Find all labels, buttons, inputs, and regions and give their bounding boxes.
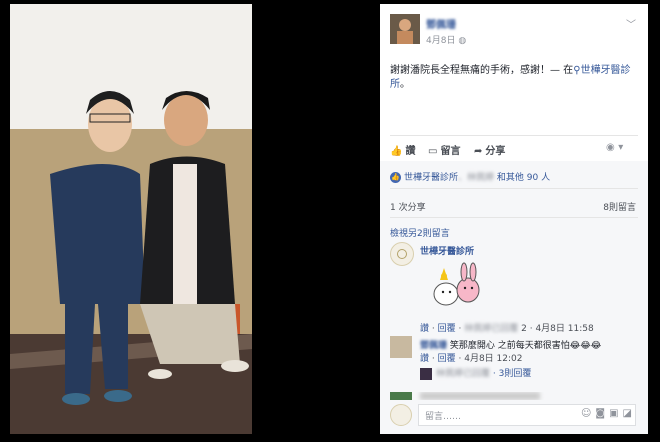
comment-meta: 讚 · 回覆 · 4月8日 12:02	[420, 354, 523, 364]
comment-body: 笑那麼開心 之前每天都很害怕😂😂😂	[449, 341, 602, 351]
post-suffix: 。	[400, 79, 410, 90]
view-more-comments[interactable]: 檢視另2則留言	[390, 226, 450, 239]
gif-icon[interactable]: ▣	[609, 408, 618, 419]
comment-like-link[interactable]: 讚	[420, 354, 429, 364]
comment-text: 鄧佩珊 笑那麼開心 之前每天都很害怕😂😂😂	[420, 338, 601, 351]
replies-who: 林佩婷已回覆	[436, 369, 491, 379]
photo-illustration	[10, 4, 252, 434]
divider	[390, 135, 638, 136]
comment-reply-link[interactable]: 回覆	[438, 354, 456, 364]
comment-author[interactable]: 世樺牙醫診所	[420, 244, 474, 257]
post-time[interactable]: 4月8日 ◍	[426, 33, 466, 46]
sticker-icon[interactable]: ◪	[623, 408, 632, 419]
post-panel: 鄧佩珊 4月8日 ◍ ﹀ 謝謝潘院長全程無痛的手術，感謝！— 在⚲世樺牙醫診所。…	[380, 4, 648, 434]
page-logo-icon[interactable]	[390, 242, 414, 266]
reply-count-badge: 2	[521, 324, 527, 334]
likes-page: 世樺牙醫診所	[404, 173, 459, 183]
like-button[interactable]: 👍 讚	[390, 142, 415, 157]
divider	[390, 217, 638, 218]
replies-count: 3則回覆	[498, 369, 532, 379]
comment-time[interactable]: 4月8日 12:02	[464, 354, 522, 364]
avatar-image	[390, 14, 420, 44]
post-photo[interactable]	[10, 4, 252, 434]
avatar[interactable]	[390, 336, 412, 358]
chevron-down-icon[interactable]: ﹀	[626, 16, 636, 31]
globe-icon: ◍	[458, 36, 467, 46]
comment-icon: ▭	[428, 146, 438, 157]
comment-label: 留言	[440, 146, 461, 157]
post-header: 鄧佩珊 4月8日 ◍ ﹀	[390, 14, 640, 50]
comment: 世樺牙醫診所 讚 · 回覆 · 林佩婷已回覆 2 · 4月8日 11:58	[390, 242, 640, 334]
avatar	[390, 392, 412, 400]
thumbs-up-icon: 👍	[390, 146, 403, 157]
like-label: 讚	[405, 146, 416, 157]
avatar	[420, 367, 432, 380]
divider	[390, 188, 638, 189]
share-button[interactable]: ➦ 分享	[474, 142, 505, 157]
shares-count[interactable]: 1 次分享	[390, 200, 426, 213]
likes-summary[interactable]: 👍 世樺牙醫診所、林佩婷 和其他 90 人	[390, 170, 640, 183]
post-text: 謝謝潘院長全程無痛的手術，感謝！— 在⚲世樺牙醫診所。	[390, 64, 635, 92]
audience-selector[interactable]: ◉ ▾	[606, 142, 623, 153]
like-badge-icon: 👍	[390, 172, 401, 183]
comment-time[interactable]: 4月8日 11:58	[535, 324, 593, 334]
share-label: 分享	[485, 146, 506, 157]
location-pin-icon: ⚲	[573, 65, 581, 76]
bunny-sticker-icon	[433, 262, 480, 306]
comments-count[interactable]: 8則留言	[603, 200, 636, 213]
comment-button[interactable]: ▭ 留言	[428, 142, 460, 157]
comment-author[interactable]: 鄧佩珊	[420, 341, 447, 351]
comment-like-link[interactable]: 讚	[420, 324, 429, 334]
likes-suffix: 和其他 90 人	[496, 173, 551, 183]
composer-tools: ☺ ◙ ▣ ◪	[577, 408, 632, 419]
emoji-icon[interactable]: ☺	[581, 408, 591, 419]
post-body: 謝謝潘院長全程無痛的手術，感謝！— 在	[390, 65, 574, 76]
reply-notice[interactable]: 林佩婷已回覆	[464, 324, 518, 334]
avatar[interactable]	[390, 14, 420, 44]
comment-text	[420, 392, 540, 400]
camera-icon[interactable]: ◙	[595, 408, 605, 419]
comment-composer: 留言…… ☺ ◙ ▣ ◪	[390, 402, 640, 428]
post-time-text: 4月8日	[426, 36, 456, 46]
share-arrow-icon: ➦	[474, 146, 483, 157]
comment-meta: 讚 · 回覆 · 林佩婷已回覆 2 · 4月8日 11:58	[420, 324, 594, 334]
replies-link[interactable]: 林佩婷已回覆 · 3則回覆	[420, 366, 531, 380]
comment-reply-link[interactable]: 回覆	[438, 324, 456, 334]
comment	[390, 392, 640, 400]
post-author[interactable]: 鄧佩珊	[426, 16, 456, 31]
post-actions: 👍 讚 ▭ 留言 ➦ 分享 ◉ ▾	[390, 140, 640, 158]
page-logo-icon	[390, 404, 412, 426]
likes-names: 、林佩婷	[458, 173, 495, 183]
